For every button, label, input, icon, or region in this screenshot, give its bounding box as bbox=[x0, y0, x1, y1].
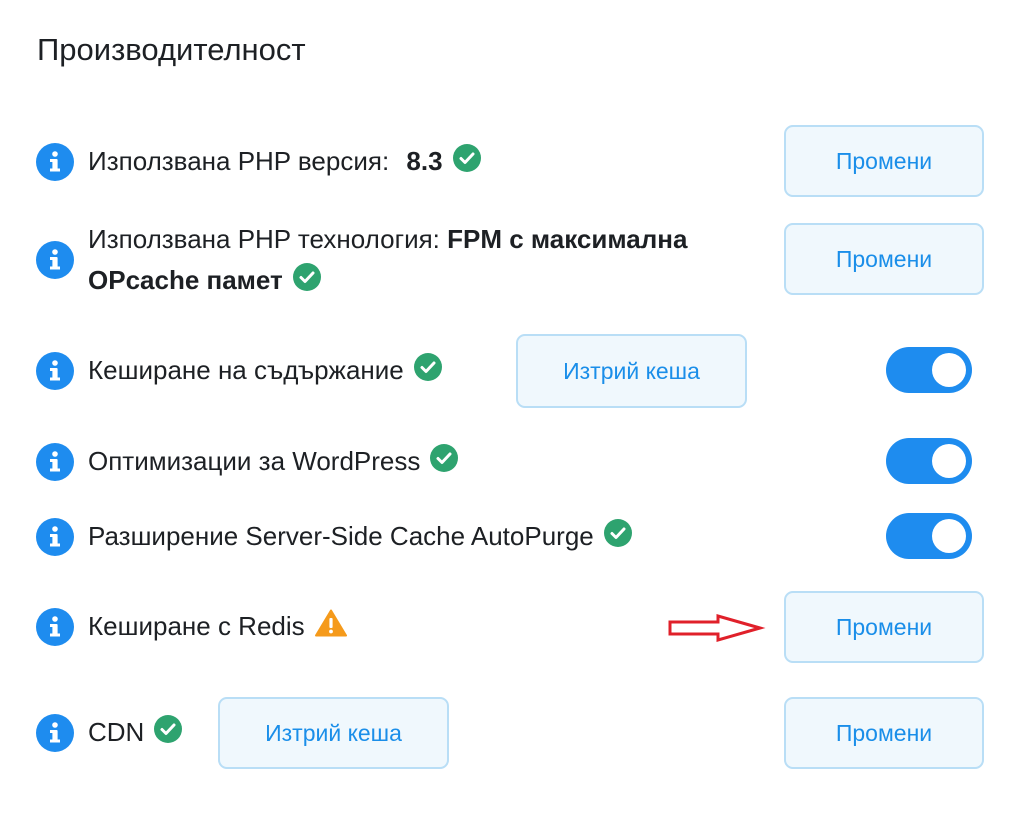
autopurge-row: Разширение Server-Side Cache AutoPurge bbox=[88, 516, 632, 558]
check-circle-icon bbox=[292, 262, 321, 302]
php-technology-value-line1: FPM с максимална bbox=[447, 224, 688, 254]
autopurge-label: Разширение Server-Side Cache AutoPurge bbox=[88, 521, 594, 551]
clear-content-cache-button[interactable]: Изтрий кеша bbox=[516, 334, 747, 408]
info-icon[interactable] bbox=[36, 143, 74, 181]
php-version-value: 8.3 bbox=[406, 146, 443, 176]
content-cache-toggle[interactable] bbox=[886, 347, 972, 393]
check-circle-icon bbox=[413, 352, 442, 392]
check-circle-icon bbox=[603, 518, 632, 558]
check-circle-icon bbox=[430, 443, 459, 483]
change-php-version-button[interactable]: Промени bbox=[784, 125, 984, 197]
info-icon[interactable] bbox=[36, 352, 74, 390]
wordpress-opt-label: Оптимизации за WordPress bbox=[88, 446, 421, 476]
php-version-row: Използвана PHP версия: 8.3 bbox=[88, 141, 481, 183]
check-circle-icon bbox=[154, 714, 183, 754]
php-technology-row-line2: OPcache памет bbox=[88, 260, 321, 302]
redis-label: Кеширане с Redis bbox=[88, 611, 305, 641]
toggle-knob bbox=[932, 353, 966, 387]
clear-cdn-cache-button[interactable]: Изтрий кеша bbox=[218, 697, 449, 769]
page-title: Производителност bbox=[37, 32, 306, 67]
php-technology-value-line2: OPcache памет bbox=[88, 265, 283, 295]
change-php-technology-button[interactable]: Промени bbox=[784, 223, 984, 295]
wordpress-opt-row: Оптимизации за WordPress bbox=[88, 441, 459, 483]
change-cdn-button[interactable]: Промени bbox=[784, 697, 984, 769]
info-icon[interactable] bbox=[36, 241, 74, 279]
redis-row: Кеширане с Redis bbox=[88, 606, 347, 648]
warning-triangle-icon bbox=[314, 608, 347, 648]
content-cache-label: Кеширане на съдържание bbox=[88, 355, 404, 385]
red-arrow-annotation bbox=[668, 614, 766, 642]
content-cache-row: Кеширане на съдържание bbox=[88, 350, 442, 392]
php-version-label: Използвана PHP версия: bbox=[88, 146, 390, 176]
toggle-knob bbox=[932, 519, 966, 553]
cdn-row: CDN bbox=[88, 712, 183, 754]
info-icon[interactable] bbox=[36, 443, 74, 481]
cdn-label: CDN bbox=[88, 717, 145, 747]
info-icon[interactable] bbox=[36, 518, 74, 556]
check-circle-icon bbox=[452, 143, 481, 183]
wordpress-opt-toggle[interactable] bbox=[886, 438, 972, 484]
info-icon[interactable] bbox=[36, 714, 74, 752]
info-icon[interactable] bbox=[36, 608, 74, 646]
php-technology-row: Използвана PHP технология: FPM с максима… bbox=[88, 219, 687, 259]
autopurge-toggle[interactable] bbox=[886, 513, 972, 559]
toggle-knob bbox=[932, 444, 966, 478]
change-redis-button[interactable]: Промени bbox=[784, 591, 984, 663]
php-technology-label: Използвана PHP технология: bbox=[88, 224, 440, 254]
